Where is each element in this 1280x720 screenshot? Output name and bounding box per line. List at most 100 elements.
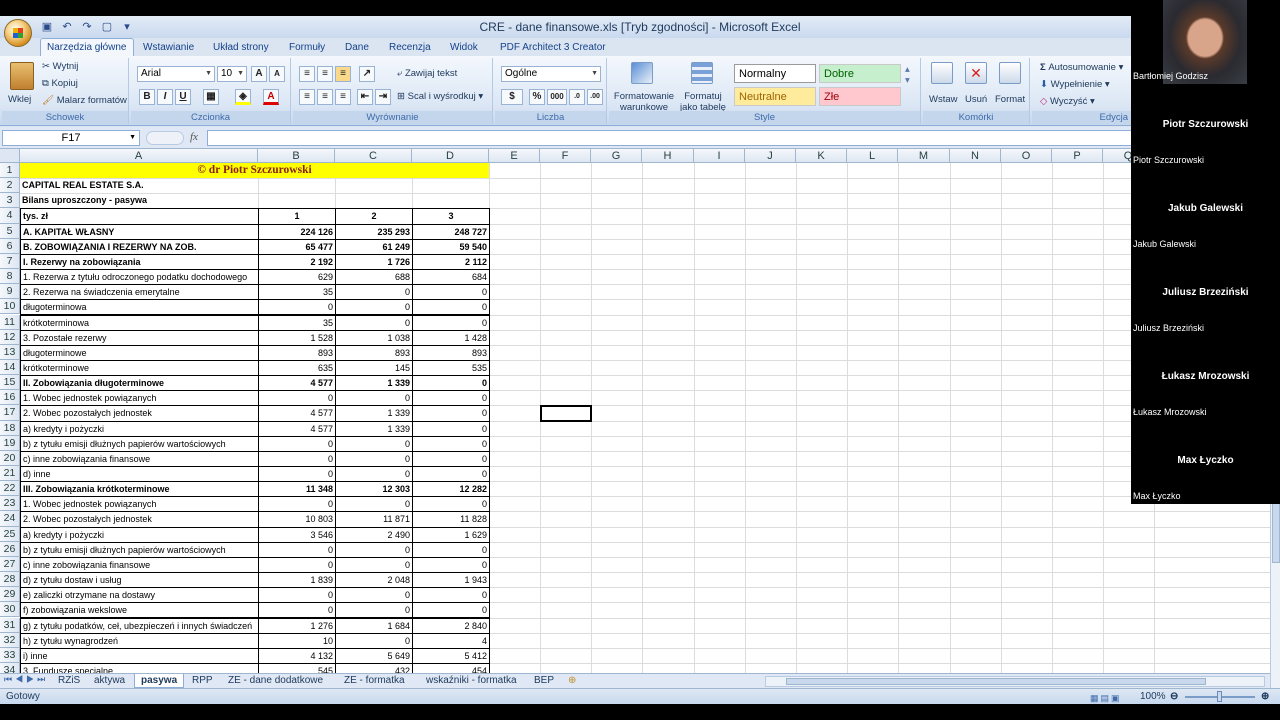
cell-b-4[interactable]: 1 bbox=[258, 208, 336, 225]
tab-formulas[interactable]: Formuły bbox=[283, 40, 331, 56]
column-header[interactable]: O bbox=[1001, 149, 1052, 163]
cell-c-10[interactable]: 0 bbox=[335, 299, 413, 316]
row-header[interactable]: 17 bbox=[0, 405, 20, 421]
cell-a-6[interactable]: B. ZOBOWIĄZANIA I REZERWY NA ZOB. bbox=[20, 238, 259, 255]
cell-a-17[interactable]: 2. Wobec pozostałych jednostek bbox=[20, 405, 259, 422]
row-header[interactable]: 31 bbox=[0, 617, 20, 633]
cell-b-6[interactable]: 65 477 bbox=[258, 238, 336, 255]
style-normal[interactable]: Normalny bbox=[734, 64, 816, 83]
cell-c-9[interactable]: 0 bbox=[335, 284, 413, 301]
row-header[interactable]: 26 bbox=[0, 541, 20, 557]
column-header[interactable]: L bbox=[847, 149, 898, 163]
cell-c-5[interactable]: 235 293 bbox=[335, 223, 413, 240]
insert-button[interactable]: Wstaw bbox=[929, 94, 958, 105]
cell-a-10[interactable]: długoterminowa bbox=[20, 299, 259, 316]
row-header[interactable]: 6 bbox=[0, 238, 20, 254]
cell-b-25[interactable]: 3 546 bbox=[258, 526, 336, 543]
align-right-icon[interactable]: ≡ bbox=[335, 89, 351, 105]
cell-d-12[interactable]: 1 428 bbox=[412, 329, 490, 346]
cell-a-33[interactable]: i) inne bbox=[20, 647, 259, 664]
column-header[interactable]: H bbox=[642, 149, 694, 163]
row-header[interactable]: 34 bbox=[0, 662, 20, 673]
font-color-button[interactable]: A bbox=[263, 89, 279, 105]
style-good[interactable]: Dobre bbox=[819, 64, 901, 83]
cell-d-7[interactable]: 2 112 bbox=[412, 253, 490, 271]
paste-icon[interactable] bbox=[10, 62, 34, 90]
cell-c-17[interactable]: 1 339 bbox=[335, 405, 413, 422]
cell-b-3[interactable] bbox=[258, 193, 335, 208]
view-buttons-icon[interactable]: ▦▤▣ bbox=[1090, 691, 1122, 704]
column-header[interactable]: A bbox=[20, 149, 258, 163]
fill-color-button[interactable]: ◈ bbox=[235, 89, 251, 105]
cell-a-9[interactable]: 2. Rezerwa na świadczenia emerytalne bbox=[20, 284, 259, 301]
cell-d-13[interactable]: 893 bbox=[412, 344, 490, 361]
cell-b-15[interactable]: 4 577 bbox=[258, 375, 336, 392]
cell-a-3[interactable]: Bilans uproszczony - pasywa bbox=[20, 193, 258, 208]
active-cell-cursor[interactable] bbox=[540, 405, 592, 422]
cell-b-17[interactable]: 4 577 bbox=[258, 405, 336, 422]
cell-b-10[interactable]: 0 bbox=[258, 299, 336, 316]
cell-b-12[interactable]: 1 528 bbox=[258, 329, 336, 346]
cell-c-28[interactable]: 2 048 bbox=[335, 572, 413, 589]
wrap-text-button[interactable]: ⤶ Zawijaj tekst bbox=[397, 68, 457, 79]
font-size-select[interactable]: 10 ▼ bbox=[217, 66, 247, 82]
formula-input[interactable] bbox=[207, 130, 1280, 146]
clear-button[interactable]: ◇ Wyczyść ▾ bbox=[1040, 96, 1095, 107]
cell-d-20[interactable]: 0 bbox=[412, 450, 490, 467]
sheet-tab-pasywa[interactable]: pasywa bbox=[134, 674, 185, 688]
cell-a-19[interactable]: b) z tytułu emisji dłużnych papierów war… bbox=[20, 435, 259, 452]
cell-b-20[interactable]: 0 bbox=[258, 450, 336, 467]
grow-font-button[interactable]: A bbox=[251, 66, 267, 82]
row-header[interactable]: 12 bbox=[0, 329, 20, 345]
cell-a-29[interactable]: e) zaliczki otrzymane na dostawy bbox=[20, 587, 259, 604]
row-header[interactable]: 13 bbox=[0, 344, 20, 360]
worksheet-grid[interactable]: ABCDEFGHIJKLMNOPQ 1 © dr Piotr Szczurowsk… bbox=[0, 149, 1270, 673]
cell-b-26[interactable]: 0 bbox=[258, 541, 336, 558]
insert-function-button[interactable]: fx bbox=[190, 131, 198, 143]
cell-a-16[interactable]: 1. Wobec jednostek powiązanych bbox=[20, 390, 259, 407]
cell-b-23[interactable]: 0 bbox=[258, 496, 336, 513]
cell-d-8[interactable]: 684 bbox=[412, 269, 490, 286]
align-middle-icon[interactable]: ≡ bbox=[317, 66, 333, 82]
cell-b-33[interactable]: 4 132 bbox=[258, 647, 336, 664]
cell-c-18[interactable]: 1 339 bbox=[335, 420, 413, 437]
cell-c-30[interactable]: 0 bbox=[335, 602, 413, 619]
tab-page-layout[interactable]: Układ strony bbox=[207, 40, 275, 56]
italic-button[interactable]: I bbox=[157, 89, 173, 105]
increase-decimal-icon[interactable]: .0 bbox=[569, 89, 585, 105]
cell-c-2[interactable] bbox=[335, 178, 412, 193]
cut-button[interactable]: ✂ Wytnij bbox=[42, 61, 78, 72]
sheet-tab-rpp[interactable]: RPP bbox=[186, 674, 219, 688]
row-header[interactable]: 16 bbox=[0, 390, 20, 406]
paste-button[interactable]: Wklej bbox=[8, 94, 31, 105]
cell-d-17[interactable]: 0 bbox=[412, 405, 490, 422]
cell-c-23[interactable]: 0 bbox=[335, 496, 413, 513]
sheet-tab-wskazniki[interactable]: wskaźniki - formatka bbox=[420, 674, 523, 688]
cell-b-22[interactable]: 11 348 bbox=[258, 481, 336, 498]
cell-b-31[interactable]: 1 276 bbox=[258, 617, 336, 634]
column-header[interactable]: D bbox=[412, 149, 489, 163]
cell-a-15[interactable]: II. Zobowiązania długoterminowe bbox=[20, 375, 259, 392]
cell-d-2[interactable] bbox=[412, 178, 489, 193]
tab-insert[interactable]: Wstawianie bbox=[137, 40, 200, 56]
cell-c-22[interactable]: 12 303 bbox=[335, 481, 413, 498]
zoom-slider-thumb[interactable] bbox=[1217, 691, 1222, 702]
sheet-tab-aktywa[interactable]: aktywa bbox=[88, 674, 131, 688]
cell-b-5[interactable]: 224 126 bbox=[258, 223, 336, 240]
cell-c-15[interactable]: 1 339 bbox=[335, 375, 413, 392]
decrease-indent-icon[interactable]: ⇤ bbox=[357, 89, 373, 105]
row-header[interactable]: 4 bbox=[0, 208, 20, 224]
cell-c-25[interactable]: 2 490 bbox=[335, 526, 413, 543]
column-header[interactable]: E bbox=[489, 149, 540, 163]
align-top-icon[interactable]: ≡ bbox=[299, 66, 315, 82]
cell-b-27[interactable]: 0 bbox=[258, 556, 336, 574]
row-header[interactable]: 11 bbox=[0, 314, 20, 330]
cell-a-2[interactable]: CAPITAL REAL ESTATE S.A. bbox=[20, 178, 258, 193]
cell-c-24[interactable]: 11 871 bbox=[335, 511, 413, 528]
cell-b-24[interactable]: 10 803 bbox=[258, 511, 336, 528]
cell-d-15[interactable]: 0 bbox=[412, 375, 490, 392]
cell-a-32[interactable]: h) z tytułu wynagrodzeń bbox=[20, 632, 259, 649]
tab-view[interactable]: Widok bbox=[444, 40, 484, 56]
cell-a-4[interactable]: tys. zł bbox=[20, 208, 259, 225]
cell-c-33[interactable]: 5 649 bbox=[335, 647, 413, 664]
